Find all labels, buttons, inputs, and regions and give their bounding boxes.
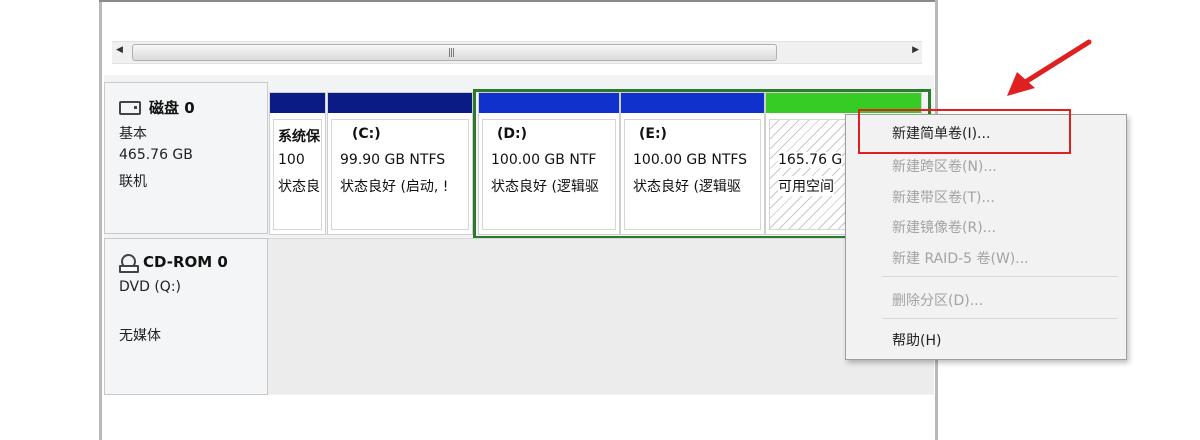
partition-status: 状态良好 (逻辑驱 [633, 179, 741, 195]
scroll-right-arrow-icon[interactable]: ▶ [912, 45, 919, 55]
partition-bar-logical [479, 93, 619, 113]
partition-name: (D:) [497, 126, 528, 142]
partition-name: (E:) [639, 126, 667, 142]
cdrom-0-label[interactable]: CD-ROM 0 DVD (Q:) 无媒体 [104, 238, 268, 395]
menu-item-new-raid5-volume: 新建 RAID-5 卷(W)... [892, 251, 1029, 267]
partition-c[interactable]: (C:) 99.90 GB NTFS 状态良好 (启动, ! [327, 92, 473, 235]
cdrom-0-title: CD-ROM 0 [119, 253, 228, 273]
partition-status: 可用空间 [778, 176, 834, 196]
disk-0-size: 465.76 GB [119, 147, 193, 163]
partition-name: (C:) [352, 126, 381, 142]
partition-system-reserved[interactable]: 系统保 100 状态良 [269, 92, 326, 235]
menu-separator [882, 318, 1118, 319]
disk-0-label[interactable]: 磁盘 0 基本 465.76 GB 联机 [104, 82, 268, 234]
menu-separator [882, 276, 1118, 277]
partition-size: 100 [278, 152, 305, 168]
partition-size: 100.00 GB NTFS [633, 152, 748, 168]
highlight-box [858, 109, 1071, 154]
menu-item-delete-partition: 删除分区(D)... [892, 293, 984, 309]
scrollbar-thumb[interactable]: ||| [132, 44, 777, 61]
menu-item-help[interactable]: 帮助(H) [892, 330, 941, 350]
disk-0-title: 磁盘 0 [119, 97, 195, 118]
partition-d[interactable]: (D:) 100.00 GB NTF 状态良好 (逻辑驱 [478, 92, 620, 235]
menu-item-new-spanned-volume: 新建跨区卷(N)... [892, 159, 997, 175]
partition-e[interactable]: (E:) 100.00 GB NTFS 状态良好 (逻辑驱 [620, 92, 765, 235]
partition-size: 99.90 GB NTFS [340, 152, 446, 168]
partition-status: 状态良好 (逻辑驱 [491, 179, 599, 195]
window-left-border [99, 0, 102, 440]
partition-bar-primary [270, 93, 325, 113]
cdrom-0-volume-area[interactable] [268, 238, 934, 394]
disk-drive-icon [119, 100, 141, 115]
cdrom-0-status: 无媒体 [119, 328, 161, 344]
partition-bar-primary [328, 93, 472, 113]
partition-status: 状态良 [278, 179, 320, 195]
window-top-border [99, 0, 939, 2]
horizontal-scrollbar[interactable]: ◀ ||| ▶ [112, 41, 922, 64]
scroll-left-arrow-icon[interactable]: ◀ [116, 45, 123, 55]
partition-size: 165.76 G [778, 152, 843, 168]
cdrom-0-type: DVD (Q:) [119, 279, 182, 295]
partition-name: 系统保 [278, 129, 320, 145]
partition-bar-logical [621, 93, 764, 113]
red-arrow-icon [1007, 39, 1092, 96]
menu-item-new-striped-volume: 新建带区卷(T)... [892, 190, 995, 206]
disk-0-status: 联机 [119, 174, 147, 190]
cd-rom-icon [119, 254, 139, 273]
partition-status: 状态良好 (启动, ! [340, 179, 449, 195]
menu-item-new-mirrored-volume: 新建镜像卷(R)... [892, 220, 997, 236]
disk-0-type: 基本 [119, 126, 147, 142]
partition-size: 100.00 GB NTF [491, 152, 597, 168]
scrollbar-grip-icon: ||| [448, 48, 455, 58]
